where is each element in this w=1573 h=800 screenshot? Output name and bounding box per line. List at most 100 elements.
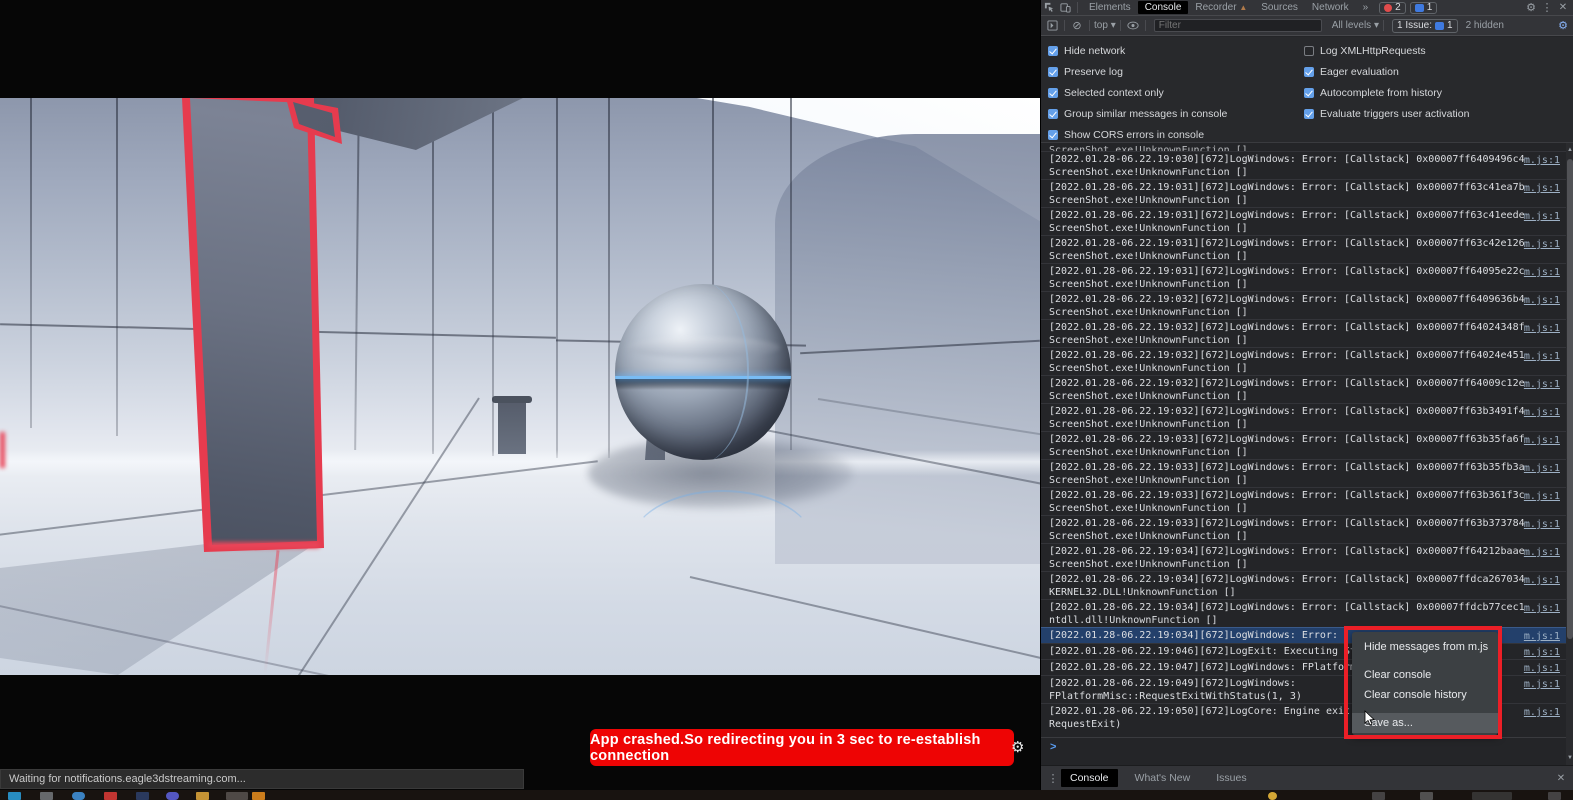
checkbox-icon[interactable] <box>1048 130 1058 140</box>
settings-gear-icon[interactable]: ⚙ <box>1011 738 1024 756</box>
console-scrollbar[interactable]: ▲ ▼ <box>1566 143 1573 765</box>
log-row[interactable]: [2022.01.28-06.22.19:032][672]LogWindows… <box>1041 403 1566 431</box>
drawer-tab-issues[interactable]: Issues <box>1207 769 1255 787</box>
message-count-badge[interactable]: 1 <box>1410 2 1438 14</box>
console-settings-gear-icon[interactable]: ⚙ <box>1555 19 1571 33</box>
scrollbar-thumb[interactable] <box>1567 159 1573 639</box>
checkbox-icon[interactable] <box>1304 109 1314 119</box>
source-link[interactable]: m.js:1 <box>1524 706 1560 719</box>
log-row[interactable]: [2022.01.28-06.22.19:033][672]LogWindows… <box>1041 431 1566 459</box>
log-row[interactable]: [2022.01.28-06.22.19:031][672]LogWindows… <box>1041 263 1566 291</box>
source-link[interactable]: m.js:1 <box>1524 154 1560 167</box>
checkbox-icon[interactable] <box>1048 109 1058 119</box>
checkbox-icon[interactable] <box>1048 88 1058 98</box>
source-link[interactable]: m.js:1 <box>1524 546 1560 559</box>
devtools-close-icon[interactable]: ✕ <box>1555 1 1571 15</box>
context-selector[interactable]: top ▾ <box>1094 20 1116 31</box>
log-row[interactable]: [2022.01.28-06.22.19:030][672]LogWindows… <box>1041 151 1566 179</box>
stream-viewer[interactable]: App crashed.So redirecting you in 3 sec … <box>0 0 1040 790</box>
checkbox-icon[interactable] <box>1304 46 1314 56</box>
error-count-badge[interactable]: 2 <box>1379 2 1406 14</box>
taskbar-active-app[interactable] <box>226 792 248 800</box>
source-link[interactable]: m.js:1 <box>1524 350 1560 363</box>
setting-evaluate-triggers-user-activation[interactable]: Evaluate triggers user activation <box>1304 107 1469 121</box>
setting-show-cors-errors-in-console[interactable]: Show CORS errors in console <box>1048 128 1204 142</box>
log-row[interactable]: [2022.01.28-06.22.19:033][672]LogWindows… <box>1041 459 1566 487</box>
log-row[interactable]: [2022.01.28-06.22.19:034][672]LogWindows… <box>1041 543 1566 571</box>
taskbar-app-icon[interactable] <box>40 792 53 800</box>
windows-taskbar[interactable] <box>0 790 1573 800</box>
context-menu-item-clear-console-history[interactable]: Clear console history <box>1352 685 1498 705</box>
source-link[interactable]: m.js:1 <box>1524 294 1560 307</box>
source-link[interactable]: m.js:1 <box>1524 490 1560 503</box>
scroll-down-icon[interactable]: ▼ <box>1566 755 1573 761</box>
devtools-settings-gear-icon[interactable]: ⚙ <box>1523 1 1539 15</box>
source-link[interactable]: m.js:1 <box>1524 630 1560 643</box>
scroll-up-icon[interactable]: ▲ <box>1566 147 1573 153</box>
log-row[interactable]: [2022.01.28-06.22.19:031][672]LogWindows… <box>1041 179 1566 207</box>
taskbar-windows-icon[interactable] <box>8 792 21 800</box>
context-menu-item-hide-messages-from-m-js[interactable]: Hide messages from m.js <box>1352 637 1498 657</box>
log-row[interactable]: [2022.01.28-06.22.19:031][672]LogWindows… <box>1041 207 1566 235</box>
setting-autocomplete-from-history[interactable]: Autocomplete from history <box>1304 86 1442 100</box>
source-link[interactable]: m.js:1 <box>1524 238 1560 251</box>
tray-icon[interactable] <box>1420 792 1433 800</box>
log-row[interactable]: [2022.01.28-06.22.19:032][672]LogWindows… <box>1041 347 1566 375</box>
checkbox-icon[interactable] <box>1304 88 1314 98</box>
source-link[interactable]: m.js:1 <box>1524 678 1560 691</box>
checkbox-icon[interactable] <box>1304 67 1314 77</box>
source-link[interactable]: m.js:1 <box>1524 182 1560 195</box>
taskbar-folder-icon[interactable] <box>196 792 209 800</box>
source-link[interactable]: m.js:1 <box>1524 210 1560 223</box>
log-levels-dropdown[interactable]: All levels ▾ <box>1332 20 1379 31</box>
checkbox-icon[interactable] <box>1048 67 1058 77</box>
tab-sources[interactable]: Sources <box>1254 1 1305 14</box>
tray-clock[interactable] <box>1472 792 1512 800</box>
tray-icon[interactable] <box>1548 792 1561 800</box>
devtools-menu-dots-icon[interactable]: ⋮ <box>1539 1 1555 15</box>
source-link[interactable]: m.js:1 <box>1524 646 1560 659</box>
log-row[interactable]: [2022.01.28-06.22.19:034][672]LogWindows… <box>1041 599 1566 627</box>
source-link[interactable]: m.js:1 <box>1524 378 1560 391</box>
log-row[interactable]: [2022.01.28-06.22.19:034][672]LogWindows… <box>1041 571 1566 599</box>
tray-weather-icon[interactable] <box>1268 792 1277 800</box>
taskbar-app-icon[interactable] <box>136 792 149 800</box>
taskbar-app-icon[interactable] <box>104 792 117 800</box>
source-link[interactable]: m.js:1 <box>1524 322 1560 335</box>
tab-elements[interactable]: Elements <box>1082 1 1138 14</box>
source-link[interactable]: m.js:1 <box>1524 602 1560 615</box>
more-tabs-icon[interactable]: » <box>1356 1 1376 14</box>
log-row[interactable]: [2022.01.28-06.22.19:033][672]LogWindows… <box>1041 515 1566 543</box>
drawer-tab-whats-new[interactable]: What's New <box>1126 769 1200 787</box>
drawer-tab-console[interactable]: Console <box>1061 769 1118 787</box>
taskbar-app-icon[interactable] <box>252 792 265 800</box>
log-row[interactable]: [2022.01.28-06.22.19:032][672]LogWindows… <box>1041 375 1566 403</box>
setting-preserve-log[interactable]: Preserve log <box>1048 65 1123 79</box>
source-link[interactable]: m.js:1 <box>1524 662 1560 675</box>
setting-log-xmlhttprequests[interactable]: Log XMLHttpRequests <box>1304 44 1426 58</box>
tray-icon[interactable] <box>1372 792 1385 800</box>
taskbar-app-icon[interactable] <box>72 792 85 800</box>
inspect-element-icon[interactable] <box>1041 1 1057 15</box>
log-row[interactable]: [2022.01.28-06.22.19:032][672]LogWindows… <box>1041 319 1566 347</box>
tab-network[interactable]: Network <box>1305 1 1356 14</box>
tab-console[interactable]: Console <box>1138 1 1189 14</box>
context-menu-item-clear-console[interactable]: Clear console <box>1352 665 1498 685</box>
issues-counter[interactable]: 1 Issue: 1 <box>1392 19 1458 33</box>
log-row[interactable]: [2022.01.28-06.22.19:032][672]LogWindows… <box>1041 291 1566 319</box>
setting-group-similar-messages-in-console[interactable]: Group similar messages in console <box>1048 107 1227 121</box>
clear-console-icon[interactable]: ⊘ <box>1069 19 1085 33</box>
setting-eager-evaluation[interactable]: Eager evaluation <box>1304 65 1399 79</box>
source-link[interactable]: m.js:1 <box>1524 574 1560 587</box>
source-link[interactable]: m.js:1 <box>1524 266 1560 279</box>
console-prompt[interactable]: > <box>1041 737 1566 765</box>
source-link[interactable]: m.js:1 <box>1524 462 1560 475</box>
tab-recorder[interactable]: Recorder ▲ <box>1188 1 1254 14</box>
device-toolbar-icon[interactable] <box>1057 1 1073 15</box>
source-link[interactable]: m.js:1 <box>1524 518 1560 531</box>
log-row[interactable]: [2022.01.28-06.22.19:033][672]LogWindows… <box>1041 487 1566 515</box>
drawer-menu-dots-icon[interactable]: ⋮ <box>1045 771 1061 785</box>
drawer-close-icon[interactable]: ✕ <box>1553 771 1569 785</box>
checkbox-icon[interactable] <box>1048 46 1058 56</box>
setting-hide-network[interactable]: Hide network <box>1048 44 1125 58</box>
